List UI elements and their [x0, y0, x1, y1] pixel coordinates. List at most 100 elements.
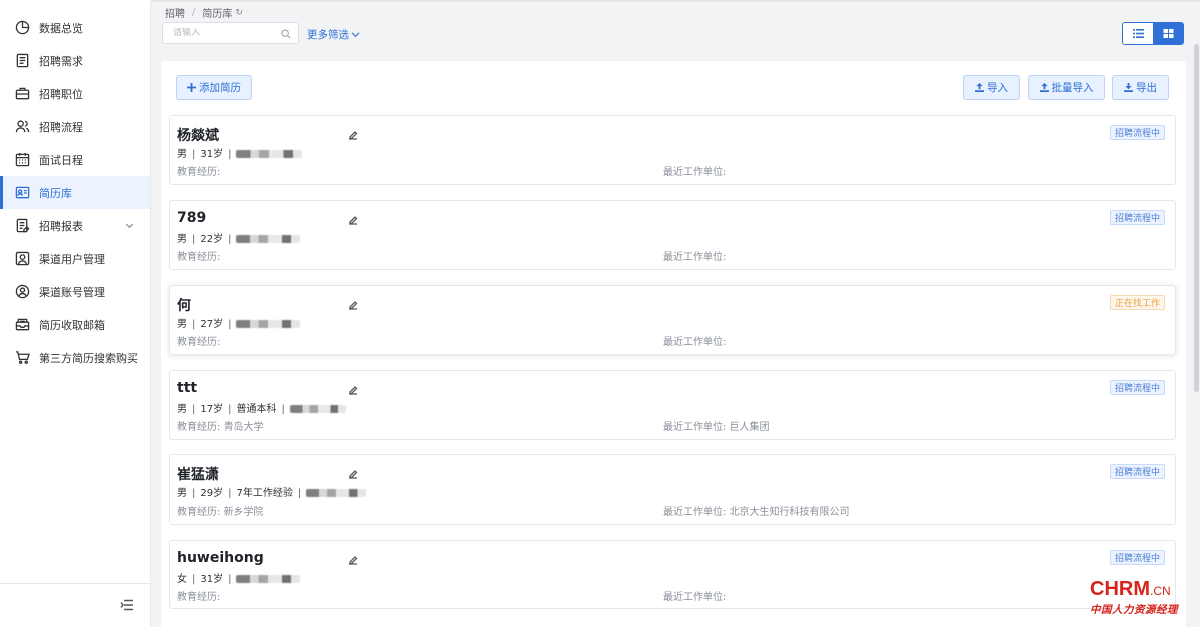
- watermark-brand: CHRM: [1090, 578, 1150, 600]
- employer-label: 最近工作单位:: [663, 167, 727, 178]
- candidate-name[interactable]: 789: [177, 210, 206, 226]
- add-resume-button[interactable]: 添加简历: [176, 75, 252, 100]
- candidate-gender: 女: [177, 574, 187, 585]
- employer-value: 巨人集团: [729, 422, 770, 433]
- cart-icon: [14, 350, 30, 366]
- employer-field: 最近工作单位:: [663, 333, 726, 348]
- candidate-age: 31岁: [200, 149, 224, 160]
- sidebar-item-resume-library[interactable]: 简历库: [0, 176, 150, 209]
- candidate-gender: 男: [177, 319, 187, 330]
- sidebar-item-dashboard[interactable]: 数据总览: [0, 11, 150, 44]
- candidate-meta: 男 | 27岁 |: [177, 315, 301, 330]
- candidate-name[interactable]: ttt: [177, 380, 197, 396]
- employer-field: 最近工作单位: 巨人集团: [663, 418, 770, 433]
- collapse-menu-icon[interactable]: [120, 599, 134, 611]
- document-list-icon: [14, 53, 30, 69]
- sidebar-item-label: 渠道用户管理: [39, 252, 105, 266]
- sidebar-item-channel-users[interactable]: 渠道用户管理: [0, 242, 150, 275]
- candidate-age: 31岁: [200, 574, 224, 585]
- sidebar: 数据总览 招聘需求 招聘职位 招聘流程 面试日程 简历库 招聘报表 渠道用户管理…: [0, 0, 151, 627]
- candidate-age: 27岁: [200, 319, 224, 330]
- sidebar-item-label: 简历库: [39, 186, 72, 200]
- candidate-name[interactable]: 杨燚斌: [177, 125, 219, 145]
- import-button[interactable]: 导入: [963, 75, 1020, 100]
- grid-view-button[interactable]: [1153, 23, 1183, 44]
- sidebar-item-requirements[interactable]: 招聘需求: [0, 44, 150, 77]
- resume-panel: 添加简历 导入 批量导入 导出 杨燚斌 男 | 31岁 | 教育经历: 最近工作单位:…: [161, 61, 1186, 627]
- candidate-meta: 男 | 29岁 | 7年工作经验 |: [177, 484, 367, 499]
- sidebar-item-label: 招聘需求: [39, 54, 83, 68]
- upload-icon: [975, 83, 984, 92]
- mailbox-icon: [14, 317, 30, 333]
- watermark-domain: .CN: [1150, 584, 1171, 598]
- sidebar-item-schedule[interactable]: 面试日程: [0, 143, 150, 176]
- redacted-phone: [236, 320, 301, 328]
- download-icon: [1124, 83, 1133, 92]
- redacted-phone: [236, 150, 303, 158]
- search-icon[interactable]: [281, 28, 291, 42]
- list-icon: [1132, 29, 1144, 38]
- search-box: [162, 22, 299, 44]
- edit-icon[interactable]: [348, 554, 358, 568]
- edit-icon[interactable]: [348, 214, 358, 228]
- more-filters-button[interactable]: 更多筛选: [307, 27, 360, 42]
- edit-icon[interactable]: [348, 384, 358, 398]
- batch-import-button[interactable]: 批量导入: [1028, 75, 1105, 100]
- scrollbar[interactable]: [1194, 44, 1199, 392]
- education-field: 教育经历:: [177, 588, 220, 603]
- resume-card[interactable]: 崔猛潇 男 | 29岁 | 7年工作经验 | 教育经历: 新乡学院 最近工作单位: 北京大…: [169, 454, 1176, 525]
- candidate-degree: 普通本科: [236, 404, 277, 415]
- candidate-name[interactable]: 崔猛潇: [177, 464, 219, 484]
- edit-icon[interactable]: [348, 468, 358, 482]
- sidebar-item-reports[interactable]: 招聘报表: [0, 209, 150, 242]
- sidebar-item-positions[interactable]: 招聘职位: [0, 77, 150, 110]
- education-field: 教育经历:: [177, 333, 220, 348]
- employer-label: 最近工作单位:: [663, 252, 727, 263]
- sidebar-item-channel-accounts[interactable]: 渠道账号管理: [0, 275, 150, 308]
- plus-icon: [187, 83, 196, 92]
- resume-card[interactable]: 何 男 | 27岁 | 教育经历: 最近工作单位: 正在找工作: [169, 285, 1176, 355]
- edit-icon[interactable]: [348, 299, 358, 313]
- status-badge: 招聘流程中: [1109, 125, 1165, 140]
- list-view-button[interactable]: [1123, 23, 1153, 44]
- status-badge: 招聘流程中: [1109, 464, 1165, 479]
- sidebar-footer: [0, 583, 150, 627]
- users-icon: [14, 119, 30, 135]
- user-circle-icon: [14, 284, 30, 300]
- education-label: 教育经历:: [177, 507, 221, 518]
- more-filters-label: 更多筛选: [307, 29, 349, 41]
- edit-icon[interactable]: [348, 129, 358, 143]
- top-border: [0, 0, 1200, 2]
- candidate-experience: 7年工作经验: [236, 488, 293, 499]
- candidate-name[interactable]: huweihong: [177, 550, 264, 566]
- education-value: 青岛大学: [223, 422, 264, 433]
- upload-icon: [1039, 83, 1049, 92]
- candidate-gender: 男: [177, 234, 187, 245]
- redacted-phone: [236, 575, 301, 583]
- watermark-slogan: 中国人力资源经理: [1090, 604, 1178, 616]
- user-frame-icon: [14, 251, 30, 267]
- candidate-gender: 男: [177, 404, 187, 415]
- resume-card[interactable]: 789 男 | 22岁 | 教育经历: 最近工作单位: 招聘流程中: [169, 200, 1176, 270]
- resume-card[interactable]: huweihong 女 | 31岁 | 教育经历: 最近工作单位: 招聘流程中: [169, 540, 1176, 609]
- education-field: 教育经历: 青岛大学: [177, 418, 264, 433]
- sidebar-item-mailbox[interactable]: 简历收取邮箱: [0, 308, 150, 341]
- calendar-icon: [14, 152, 30, 168]
- candidate-name[interactable]: 何: [177, 295, 191, 315]
- education-value: 新乡学院: [223, 507, 264, 518]
- resume-card[interactable]: 杨燚斌 男 | 31岁 | 教育经历: 最近工作单位: 招聘流程中: [169, 115, 1176, 185]
- candidate-meta: 男 | 22岁 |: [177, 230, 301, 245]
- sidebar-item-third-party[interactable]: 第三方简历搜索购买: [0, 341, 150, 374]
- sidebar-item-label: 渠道账号管理: [39, 285, 105, 299]
- export-button[interactable]: 导出: [1112, 75, 1169, 100]
- resume-card[interactable]: ttt 男 | 17岁 | 普通本科 | 教育经历: 青岛大学 最近工作单位: 巨人集团 …: [169, 370, 1176, 440]
- breadcrumb-root[interactable]: 招聘: [165, 5, 185, 20]
- chevron-down-icon[interactable]: [125, 220, 134, 233]
- breadcrumb: 招聘 / 简历库 ↻: [165, 5, 243, 20]
- employer-label: 最近工作单位:: [663, 507, 727, 518]
- refresh-icon[interactable]: ↻: [235, 8, 243, 18]
- education-field: 教育经历:: [177, 163, 220, 178]
- import-label: 导入: [987, 82, 1008, 94]
- sidebar-item-process[interactable]: 招聘流程: [0, 110, 150, 143]
- search-input[interactable]: [173, 28, 273, 38]
